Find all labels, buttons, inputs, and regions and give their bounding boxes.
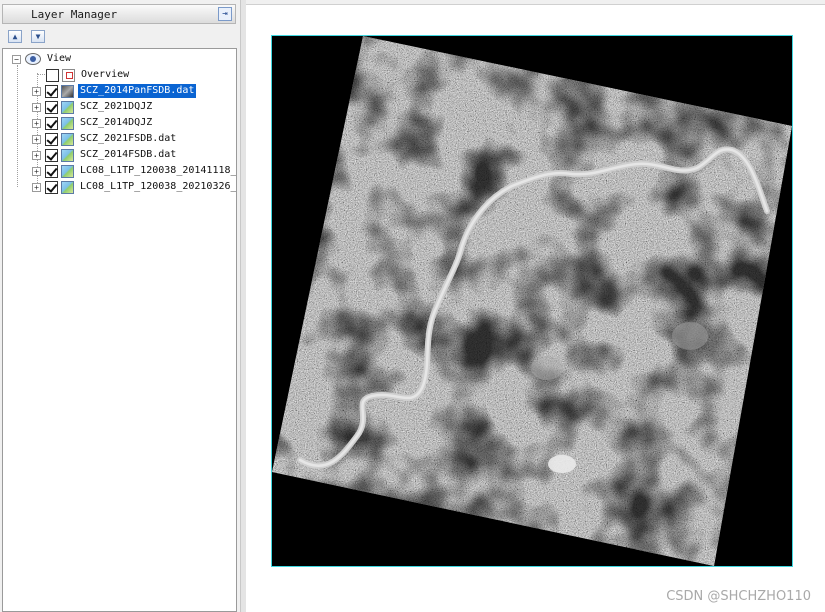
dock-pin-icon[interactable]: ⇥ — [218, 7, 232, 21]
tree-root-label: View — [47, 53, 72, 64]
layer-label: LC08_L1TP_120038_20210326_ — [80, 181, 237, 192]
tree-connector-line — [17, 65, 18, 187]
layer-visibility-checkbox[interactable] — [45, 132, 58, 146]
raster-layer-icon — [61, 84, 74, 98]
tree-item-overview[interactable]: Overview — [46, 67, 131, 83]
arrow-up-icon[interactable]: ▲ — [8, 30, 22, 43]
tree-item-layer[interactable]: + LC08_L1TP_120038_20141118_ — [32, 163, 237, 179]
layer-visibility-checkbox[interactable] — [45, 180, 58, 194]
tree-item-layer[interactable]: + SCZ_2014FSDB.dat — [32, 147, 178, 163]
layer-label: SCZ_2014DQJZ — [80, 117, 153, 128]
expand-icon[interactable]: + — [32, 86, 41, 96]
layer-visibility-checkbox[interactable] — [45, 148, 58, 162]
tree-item-layer[interactable]: + SCZ_2014PanFSDB.dat — [32, 83, 197, 99]
tree-item-layer[interactable]: + SCZ_2021FSDB.dat — [32, 131, 178, 147]
layer-label: LC08_L1TP_120038_20141118_ — [80, 165, 237, 176]
layer-tree: − View Overview + SCZ_2014PanFSDB.dat + … — [2, 48, 237, 612]
layer-manager-titlebar: Layer Manager ⇥ — [2, 4, 236, 24]
tree-item-layer[interactable]: + SCZ_2021DQJZ — [32, 99, 154, 115]
layer-visibility-checkbox[interactable] — [45, 84, 58, 98]
overview-icon — [62, 68, 75, 82]
tree-root-view[interactable]: − View — [12, 51, 73, 67]
layer-label: SCZ_2014FSDB.dat — [80, 149, 177, 160]
layer-label-selected: SCZ_2014PanFSDB.dat — [78, 84, 197, 98]
raster-layer-icon — [61, 180, 74, 194]
expand-icon[interactable]: + — [32, 118, 41, 128]
layer-visibility-checkbox[interactable] — [45, 100, 58, 114]
layer-label: SCZ_2021DQJZ — [80, 101, 153, 112]
raster-layer-icon — [61, 116, 74, 130]
expand-icon[interactable]: + — [32, 102, 41, 112]
layer-label: SCZ_2021FSDB.dat — [80, 133, 177, 144]
raster-layer-icon — [61, 100, 74, 114]
image-display-frame[interactable] — [271, 35, 793, 567]
tree-item-layer[interactable]: + LC08_L1TP_120038_20210326_ — [32, 179, 237, 195]
raster-layer-icon — [61, 148, 74, 162]
watermark-text: CSDN @SHCHZHO110 — [666, 589, 811, 604]
raster-layer-icon — [61, 132, 74, 146]
arrow-down-icon[interactable]: ▼ — [31, 30, 45, 43]
tree-item-layer[interactable]: + SCZ_2014DQJZ — [32, 115, 154, 131]
eye-icon — [25, 53, 41, 65]
collapse-icon[interactable]: − — [12, 54, 21, 64]
expand-icon[interactable]: + — [32, 182, 41, 192]
layer-manager-title: Layer Manager — [31, 8, 118, 21]
expand-icon[interactable]: + — [32, 134, 41, 144]
layer-manager-panel: Layer Manager ⇥ ▲ ▼ − View Overview + SC… — [0, 0, 241, 612]
expand-icon[interactable]: + — [32, 150, 41, 160]
layer-label: Overview — [81, 69, 130, 80]
layer-visibility-checkbox[interactable] — [45, 116, 58, 130]
layer-visibility-checkbox[interactable] — [45, 164, 58, 178]
expand-icon[interactable]: + — [32, 166, 41, 176]
raster-layer-icon — [61, 164, 74, 178]
layer-visibility-checkbox[interactable] — [46, 68, 59, 82]
satellite-image — [272, 36, 792, 566]
